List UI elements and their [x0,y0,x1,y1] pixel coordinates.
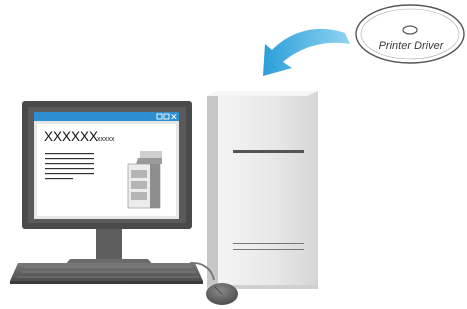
text-line [45,168,94,170]
window-subheading: xxxxx [97,136,115,143]
text-line [45,163,94,165]
driver-install-diagram: Printer Driver XXXXXX xxxxx [10,4,465,305]
keyboard [10,263,203,284]
tower-vent-line [233,249,304,250]
screen-window: XXXXXX xxxxx [34,112,179,219]
disc-label: Printer Driver [379,40,445,52]
text-line [45,173,94,175]
curved-arrow-icon [263,28,350,77]
cd-disc-icon: Printer Driver [355,4,465,64]
text-line [45,153,94,155]
text-line [45,158,94,160]
pc-tower [207,91,318,292]
monitor-neck [96,229,122,259]
disc-hole [402,25,418,35]
window-heading: XXXXXX [44,129,98,144]
tower-vent-line [233,243,304,244]
drive-slot [233,150,304,153]
text-line [45,178,73,180]
